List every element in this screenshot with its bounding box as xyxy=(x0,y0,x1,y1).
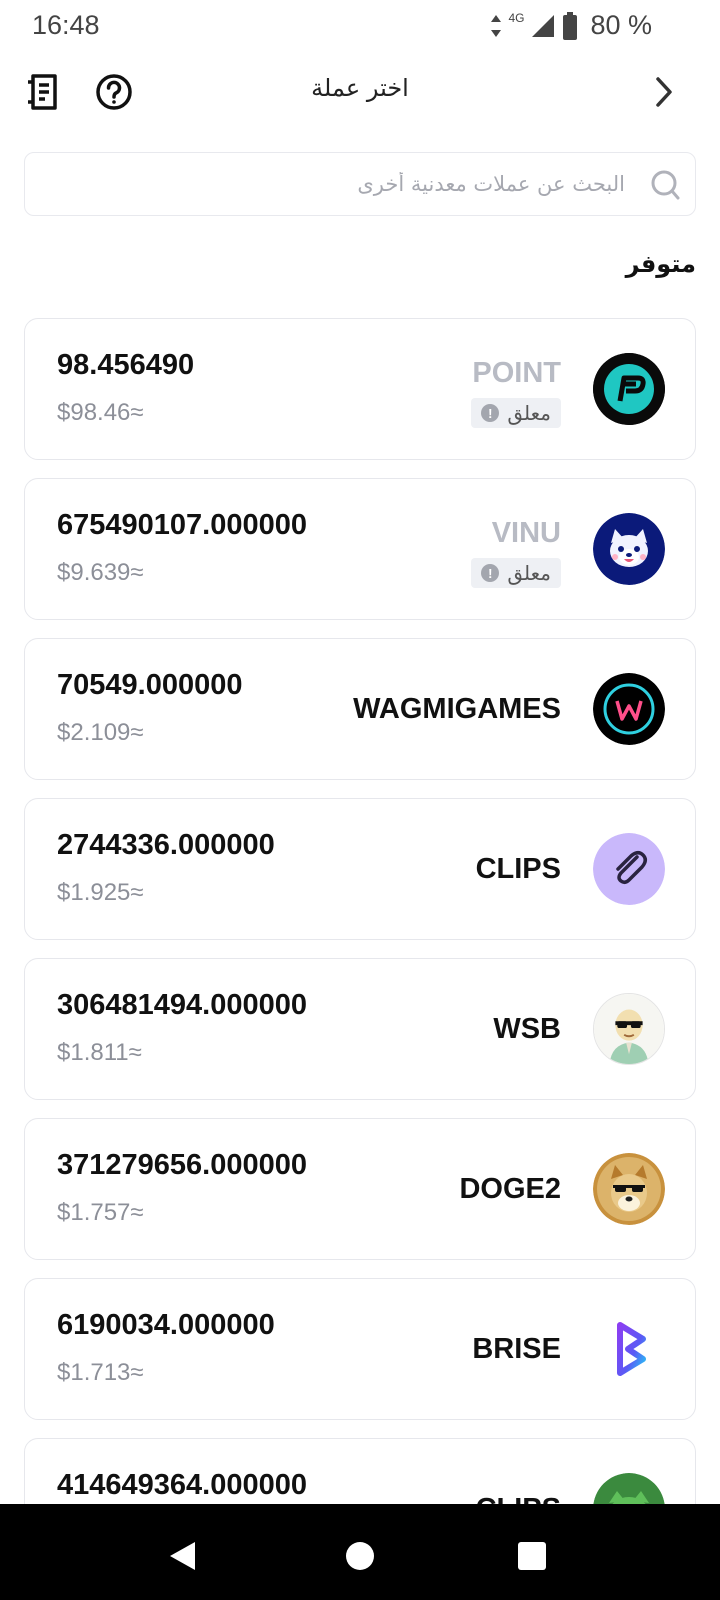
status-time: 16:48 xyxy=(32,10,100,40)
locked-badge: معلق ! xyxy=(471,398,561,428)
signal-icon xyxy=(532,14,555,37)
section-label-available: متوفر xyxy=(625,251,696,278)
token-amount: 675490107.000000 xyxy=(57,509,307,541)
data-arrows-icon xyxy=(491,14,502,37)
token-symbol: BRISE xyxy=(472,1333,561,1365)
recents-icon[interactable] xyxy=(512,1536,552,1576)
token-list: 98.456490 $98.46≈ POINT معلق ! 675490107… xyxy=(24,318,696,1598)
token-row-vinu[interactable]: 675490107.000000 $9.639≈ VINU معلق ! xyxy=(24,478,696,620)
token-amount: 6190034.000000 xyxy=(57,1309,275,1341)
wsb-logo-icon xyxy=(593,993,665,1065)
header: اختر عملة xyxy=(0,60,720,124)
vinu-logo-icon xyxy=(593,513,665,585)
wagmigames-logo-icon xyxy=(593,673,665,745)
token-row-brise[interactable]: 6190034.000000 $1.713≈ BRISE xyxy=(24,1278,696,1420)
search-box[interactable] xyxy=(24,152,696,216)
token-amount: 70549.000000 xyxy=(57,669,243,701)
token-amount: 414649364.000000 xyxy=(57,1469,307,1501)
token-fiat-value: $1.811≈ xyxy=(57,1039,142,1066)
token-symbol: CLIPS xyxy=(475,853,561,885)
token-symbol: WSB xyxy=(493,1013,561,1045)
token-amount: 2744336.000000 xyxy=(57,829,275,861)
locked-badge: معلق ! xyxy=(471,558,561,588)
token-fiat-value: $1.713≈ xyxy=(57,1359,144,1386)
locked-label: معلق xyxy=(507,402,551,425)
token-symbol: POINT xyxy=(472,357,561,389)
doge2-logo-icon xyxy=(593,1153,665,1225)
token-fiat-value: $9.639≈ xyxy=(57,559,144,586)
token-row-doge2[interactable]: 371279656.000000 $1.757≈ DOGE2 xyxy=(24,1118,696,1260)
home-icon[interactable] xyxy=(340,1536,380,1576)
token-symbol: VINU xyxy=(491,517,561,549)
network-type-label: 4G xyxy=(508,10,525,25)
token-amount: 306481494.000000 xyxy=(57,989,307,1021)
search-input[interactable] xyxy=(41,153,625,215)
info-icon: ! xyxy=(481,564,500,582)
token-row-wsb[interactable]: 306481494.000000 $1.811≈ WSB xyxy=(24,958,696,1100)
token-amount: 371279656.000000 xyxy=(57,1149,307,1181)
token-row-wagmigames[interactable]: 70549.000000 $2.109≈ WAGMIGAMES xyxy=(24,638,696,780)
page-title: اختر عملة xyxy=(311,75,409,102)
system-nav-bar xyxy=(0,1504,720,1600)
chevron-right-icon[interactable] xyxy=(644,72,684,112)
locked-label: معلق xyxy=(507,562,551,585)
point-logo-icon xyxy=(593,353,665,425)
back-icon[interactable] xyxy=(162,1536,202,1576)
battery-icon xyxy=(563,11,578,40)
search-icon xyxy=(651,170,680,200)
token-symbol: WAGMIGAMES xyxy=(353,693,561,725)
brise-logo-icon xyxy=(593,1313,665,1385)
token-amount: 98.456490 xyxy=(57,349,195,381)
receipt-icon[interactable] xyxy=(24,72,64,112)
status-bar: 16:48 4G 80 % xyxy=(0,0,720,56)
battery-level: 80 % xyxy=(590,10,652,40)
token-symbol: DOGE2 xyxy=(459,1173,561,1205)
token-fiat-value: $98.46≈ xyxy=(57,399,144,426)
token-fiat-value: $1.757≈ xyxy=(57,1199,144,1226)
help-icon[interactable] xyxy=(94,72,134,112)
paperclip-logo-icon xyxy=(593,833,665,905)
status-icons: 4G 80 % xyxy=(490,10,652,41)
token-fiat-value: $1.925≈ xyxy=(57,879,144,906)
info-icon: ! xyxy=(481,404,500,422)
token-fiat-value: $2.109≈ xyxy=(57,719,144,746)
token-row-clips[interactable]: 2744336.000000 $1.925≈ CLIPS xyxy=(24,798,696,940)
token-row-point[interactable]: 98.456490 $98.46≈ POINT معلق ! xyxy=(24,318,696,460)
